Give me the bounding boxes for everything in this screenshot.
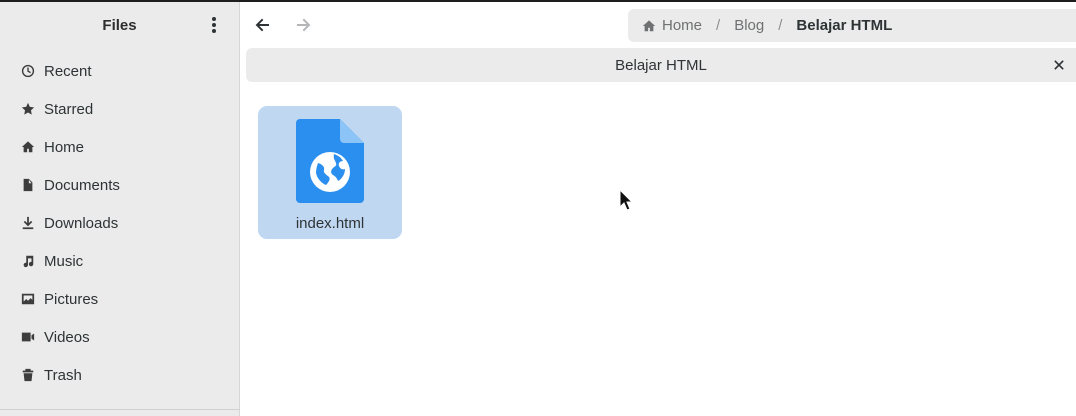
file-name: index.html <box>295 215 365 232</box>
close-button[interactable] <box>1050 56 1068 74</box>
crumb-home-label: Home <box>662 17 703 34</box>
arrow-left-icon <box>255 18 269 32</box>
sidebar-header: Files <box>0 2 239 49</box>
clock-icon <box>20 63 36 79</box>
breadcrumb: Home / Blog / Belajar HTML <box>628 9 1076 42</box>
sidebar-item-label: Pictures <box>44 290 99 308</box>
crumb-current[interactable]: Belajar HTML <box>796 17 892 34</box>
folder-title: Belajar HTML <box>615 56 707 74</box>
sidebar: Files Recent Starred Home Documents Down… <box>0 2 240 416</box>
crumb-separator: / <box>778 17 783 34</box>
sidebar-divider <box>0 409 240 410</box>
home-icon <box>20 139 36 155</box>
main-menu-button[interactable] <box>201 12 227 38</box>
trash-icon <box>20 367 36 383</box>
sidebar-item-label: Starred <box>44 100 94 118</box>
sidebar-item-downloads[interactable]: Downloads <box>0 204 239 242</box>
crumb-blog[interactable]: Blog <box>734 17 764 34</box>
sidebar-item-recent[interactable]: Recent <box>0 52 239 90</box>
arrow-right-icon <box>297 18 311 32</box>
star-icon <box>20 101 36 117</box>
sidebar-item-label: Downloads <box>44 214 119 232</box>
forward-button[interactable] <box>290 12 316 38</box>
sidebar-item-label: Music <box>44 252 84 270</box>
crumb-home[interactable]: Home <box>642 17 702 34</box>
sidebar-item-documents[interactable]: Documents <box>0 166 239 204</box>
video-icon <box>20 329 36 345</box>
main-view: Home / Blog / Belajar HTML Belajar HTML … <box>240 2 1076 416</box>
sidebar-item-home[interactable]: Home <box>0 128 239 166</box>
download-icon <box>20 215 36 231</box>
picture-icon <box>20 291 36 307</box>
kebab-menu-icon <box>212 17 216 33</box>
app-title: Files <box>102 17 137 34</box>
sidebar-item-starred[interactable]: Starred <box>0 90 239 128</box>
music-icon <box>20 253 36 269</box>
header-bar: Home / Blog / Belajar HTML <box>240 2 1076 48</box>
sidebar-places-list: Recent Starred Home Documents Downloads … <box>0 52 239 394</box>
sidebar-item-label: Recent <box>44 62 92 80</box>
back-button[interactable] <box>250 12 276 38</box>
sidebar-item-label: Home <box>44 138 85 156</box>
file-item[interactable]: index.html <box>258 106 402 239</box>
sidebar-item-label: Videos <box>44 328 90 346</box>
sidebar-item-trash[interactable]: Trash <box>0 356 239 394</box>
folder-info-bar: Belajar HTML <box>246 48 1076 82</box>
sidebar-item-pictures[interactable]: Pictures <box>0 280 239 318</box>
mouse-cursor-icon <box>619 189 633 211</box>
sidebar-item-music[interactable]: Music <box>0 242 239 280</box>
home-icon <box>642 19 656 31</box>
sidebar-item-label: Trash <box>44 366 82 384</box>
sidebar-item-label: Documents <box>44 176 120 194</box>
sidebar-item-videos[interactable]: Videos <box>0 318 239 356</box>
crumb-separator: / <box>716 17 721 34</box>
close-icon <box>1054 60 1064 70</box>
html-file-icon <box>296 119 364 203</box>
document-icon <box>20 177 36 193</box>
